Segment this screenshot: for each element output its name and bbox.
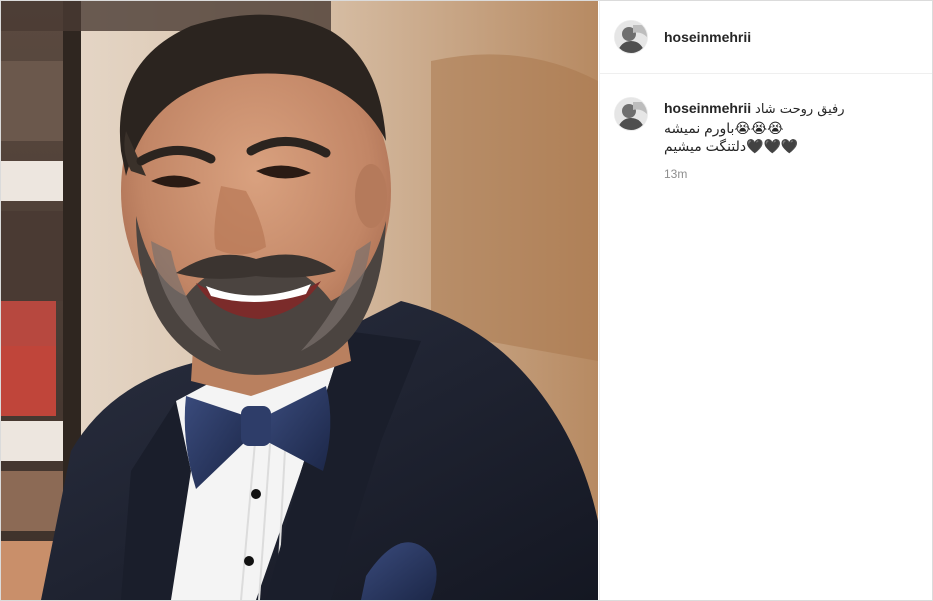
- post-photo-illustration: [1, 1, 598, 600]
- profile-avatar-icon[interactable]: [615, 21, 647, 53]
- comment-timestamp[interactable]: 13m: [664, 167, 687, 181]
- comment-avatar-icon[interactable]: [615, 98, 647, 130]
- comment-line-2: 😭😭😭باورم نمیشه: [664, 120, 784, 136]
- post-side-panel: hoseinmehrii hoseinmehrii رفیق روحت شاد …: [599, 1, 932, 600]
- instagram-post-window: hoseinmehrii hoseinmehrii رفیق روحت شاد …: [0, 0, 933, 601]
- comment-body: hoseinmehrii رفیق روحت شاد 😭😭😭باورم نمیش…: [664, 99, 914, 155]
- comment-line-1: رفیق روحت شاد: [755, 102, 845, 117]
- header-username[interactable]: hoseinmehrii: [664, 29, 751, 45]
- comment-line-3: 🖤🖤🖤دلتنگت میشیم: [664, 138, 799, 154]
- post-header: hoseinmehrii: [600, 1, 932, 74]
- post-photo[interactable]: [1, 1, 598, 600]
- comment-username[interactable]: hoseinmehrii: [664, 100, 751, 116]
